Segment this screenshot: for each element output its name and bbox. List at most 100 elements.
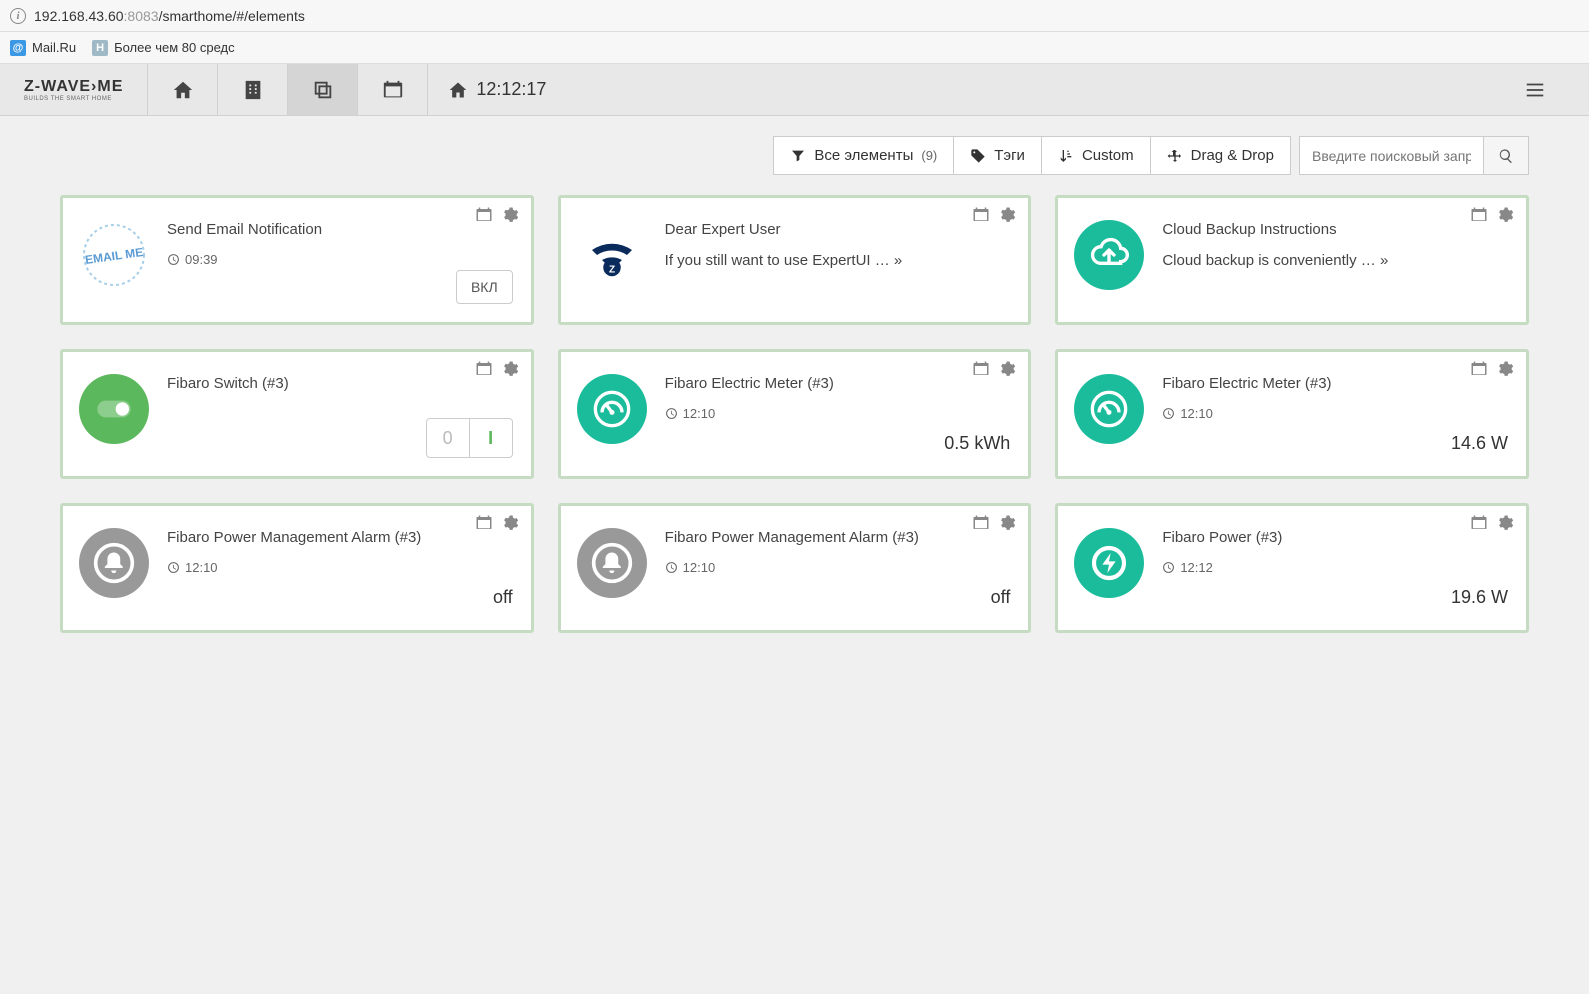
gauge-icon (1074, 374, 1144, 444)
home-icon (448, 80, 468, 100)
gear-icon[interactable] (501, 514, 519, 532)
calendar-icon[interactable] (1470, 514, 1488, 532)
card-value: 19.6 W (1451, 587, 1508, 608)
calendar-icon[interactable] (475, 206, 493, 224)
card-value: off (493, 587, 513, 608)
mailru-icon: @ (10, 40, 26, 56)
cloud-icon (1074, 220, 1144, 290)
gear-icon[interactable] (501, 360, 519, 378)
card-title: Fibaro Electric Meter (#3) (1162, 374, 1510, 394)
card-fibaro-switch: Fibaro Switch (#3) 0 I (60, 349, 534, 479)
move-icon (1167, 148, 1183, 164)
top-nav: Z-WAVE›ME BUILDS THE SMART HOME 12:12:17 (0, 64, 1589, 116)
calendar-icon[interactable] (475, 360, 493, 378)
card-time: 09:39 (167, 252, 515, 267)
filter-all-elements[interactable]: Все элементы (9) (773, 136, 954, 175)
switch-icon (79, 374, 149, 444)
calendar-icon[interactable] (972, 360, 990, 378)
switch-on-button[interactable]: I (469, 418, 513, 458)
bookmark-label: Более чем 80 средс (114, 40, 235, 55)
url[interactable]: 192.168.43.60:8083/smarthome/#/elements (34, 8, 305, 24)
filter-label: Тэги (994, 147, 1025, 164)
logo-text: Z-WAVE›ME (24, 78, 123, 96)
card-description[interactable]: If you still want to use ExpertUI … » (665, 252, 1013, 269)
calendar-icon[interactable] (1470, 360, 1488, 378)
habr-icon: H (92, 40, 108, 56)
tags-icon (970, 148, 986, 164)
power-icon (1074, 528, 1144, 598)
url-port: :8083 (124, 8, 159, 24)
card-power-alarm-1: Fibaro Power Management Alarm (#3) 12:10… (60, 503, 534, 633)
gauge-icon (577, 374, 647, 444)
bell-icon (79, 528, 149, 598)
gear-icon[interactable] (1496, 360, 1514, 378)
bookmark-habr[interactable]: H Более чем 80 средс (92, 40, 235, 56)
gear-icon[interactable] (998, 514, 1016, 532)
card-time: 12:12 (1162, 560, 1510, 575)
card-time: 12:10 (665, 560, 1013, 575)
elements-grid: EMAIL ME Send Email Notification 09:39 В… (60, 195, 1529, 633)
calendar-icon[interactable] (972, 206, 990, 224)
filter-custom[interactable]: Custom (1041, 136, 1151, 175)
card-title: Fibaro Power (#3) (1162, 528, 1510, 548)
gear-icon[interactable] (998, 206, 1016, 224)
filter-count: (9) (921, 148, 937, 163)
header-clock: 12:12:17 (428, 64, 566, 115)
gear-icon[interactable] (501, 206, 519, 224)
card-cloud-backup: Cloud Backup Instructions Cloud backup i… (1055, 195, 1529, 325)
on-button[interactable]: ВКЛ (456, 270, 513, 304)
card-time: 12:10 (1162, 406, 1510, 421)
gear-icon[interactable] (998, 360, 1016, 378)
nav-events[interactable] (358, 64, 428, 115)
home-icon (172, 79, 194, 101)
clock-icon (1162, 561, 1175, 574)
card-fibaro-power: Fibaro Power (#3) 12:12 19.6 W (1055, 503, 1529, 633)
bookmark-label: Mail.Ru (32, 40, 76, 55)
clock-icon (665, 407, 678, 420)
url-host: 192.168.43.60 (34, 8, 124, 24)
copy-icon (312, 79, 334, 101)
card-electric-meter-kwh: Fibaro Electric Meter (#3) 12:10 0.5 kWh (558, 349, 1032, 479)
filter-tags[interactable]: Тэги (953, 136, 1042, 175)
card-title: Fibaro Power Management Alarm (#3) (167, 528, 515, 548)
calendar-icon[interactable] (972, 514, 990, 532)
filter-label: Drag & Drop (1191, 147, 1274, 164)
search-icon (1498, 148, 1514, 164)
nav-menu[interactable] (1505, 64, 1565, 115)
gear-icon[interactable] (1496, 514, 1514, 532)
filter-label: Custom (1082, 147, 1134, 164)
nav-elements[interactable] (288, 64, 358, 115)
logo[interactable]: Z-WAVE›ME BUILDS THE SMART HOME (24, 64, 148, 115)
card-email-notification: EMAIL ME Send Email Notification 09:39 В… (60, 195, 534, 325)
calendar-icon[interactable] (1470, 206, 1488, 224)
card-title: Dear Expert User (665, 220, 1013, 240)
search-button[interactable] (1483, 136, 1529, 175)
card-value: 14.6 W (1451, 433, 1508, 454)
nav-home[interactable] (148, 64, 218, 115)
clock-icon (167, 561, 180, 574)
filter-icon (790, 148, 806, 164)
clock-time: 12:12:17 (476, 79, 546, 100)
main-content: Все элементы (9) Тэги Custom Drag & Drop (0, 116, 1589, 653)
card-title: Fibaro Electric Meter (#3) (665, 374, 1013, 394)
menu-icon (1524, 79, 1546, 101)
card-expert-user: Dear Expert User If you still want to us… (558, 195, 1032, 325)
calendar-icon (382, 79, 404, 101)
card-power-alarm-2: Fibaro Power Management Alarm (#3) 12:10… (558, 503, 1032, 633)
search-input[interactable] (1299, 136, 1484, 175)
filter-bar: Все элементы (9) Тэги Custom Drag & Drop (60, 136, 1529, 175)
zwave-icon (577, 220, 647, 290)
card-description[interactable]: Cloud backup is conveniently … » (1162, 252, 1510, 269)
gear-icon[interactable] (1496, 206, 1514, 224)
card-time: 12:10 (167, 560, 515, 575)
switch-off-button[interactable]: 0 (426, 418, 470, 458)
card-value: 0.5 kWh (944, 433, 1010, 454)
card-title: Cloud Backup Instructions (1162, 220, 1510, 240)
card-time: 12:10 (665, 406, 1013, 421)
calendar-icon[interactable] (475, 514, 493, 532)
clock-icon (167, 253, 180, 266)
nav-rooms[interactable] (218, 64, 288, 115)
filter-label: Все элементы (814, 147, 913, 164)
bookmark-mailru[interactable]: @ Mail.Ru (10, 40, 76, 56)
filter-dragdrop[interactable]: Drag & Drop (1150, 136, 1291, 175)
